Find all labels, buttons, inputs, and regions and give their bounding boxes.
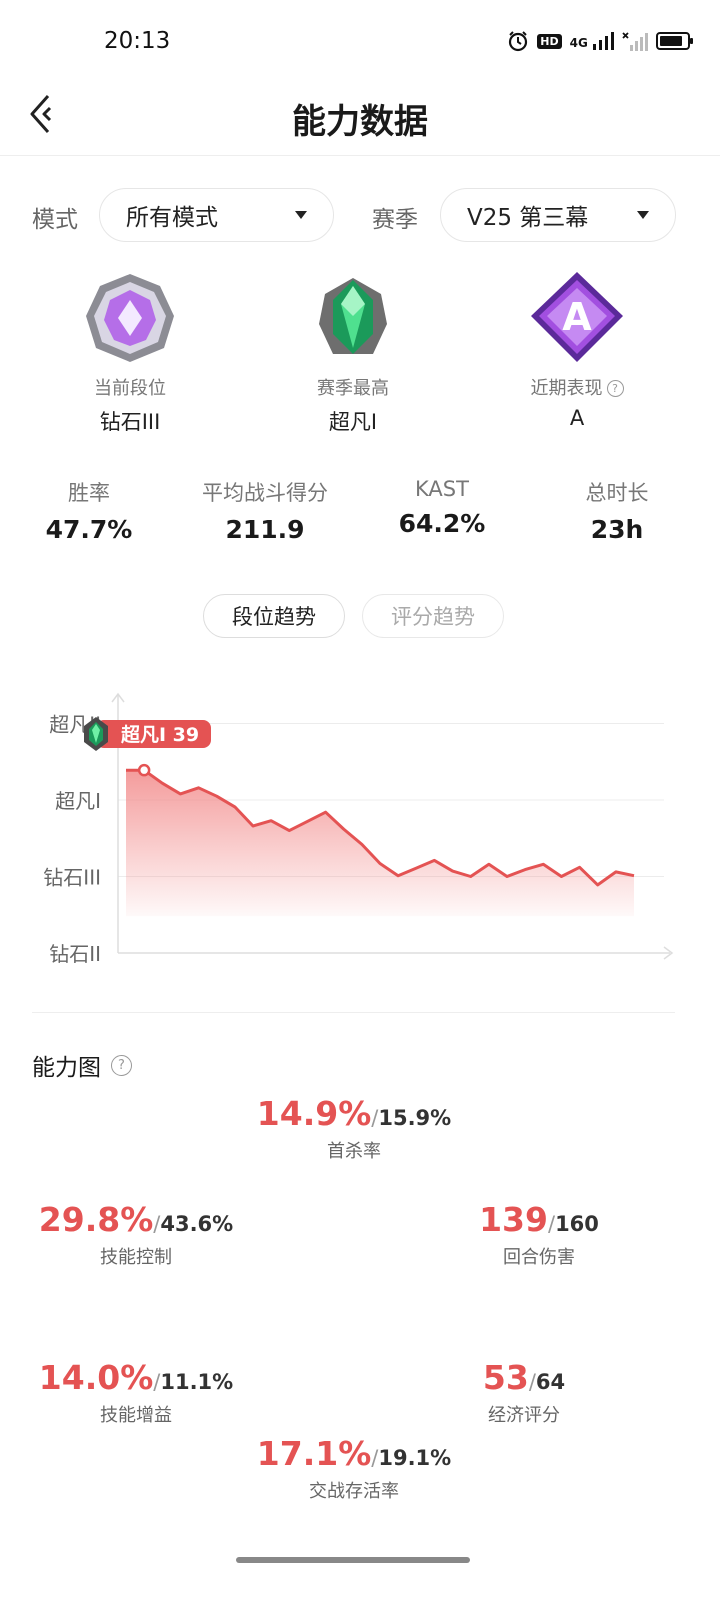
header-divider (0, 155, 720, 156)
mode-dropdown-value: 所有模式 (126, 205, 218, 231)
rank-label-with-help: 近期表现? (477, 374, 677, 400)
metric-value: 14.9% (256, 1094, 372, 1133)
metric-economy-score: 53/64 经济评分 (404, 1358, 644, 1427)
metric-slash: / (528, 1370, 536, 1394)
stat-kast: KAST 64.2% (357, 477, 527, 538)
help-icon[interactable]: ? (111, 1054, 132, 1076)
tab-rank-trend[interactable]: 段位趋势 (203, 594, 345, 638)
signal-4g-icon: 4G (570, 32, 614, 50)
stat-value: 23h (590, 515, 644, 544)
caret-down-icon (637, 211, 649, 219)
metric-label: 经济评分 (488, 1405, 560, 1426)
stat-label: 总时长 (585, 481, 649, 505)
diamond-rank-icon (86, 274, 174, 362)
status-icons: HD 4G (507, 30, 693, 52)
rank-label: 近期表现 (530, 378, 603, 399)
rank-value: 钻石III (99, 410, 161, 434)
rank-trend-chart: 钻石II钻石III超凡I超凡II 超凡I 39 (43, 692, 674, 966)
status-time: 20:13 (104, 28, 171, 54)
current-point-marker (137, 763, 151, 777)
y-tick-label: 超凡I (55, 789, 101, 813)
metric-skill-gain: 14.0%/11.1% 技能增益 (16, 1358, 256, 1427)
rank-value: 超凡I (328, 410, 378, 434)
metric-skill-control: 29.8%/43.6% 技能控制 (16, 1200, 256, 1269)
signal-icon (622, 32, 648, 51)
chart-area-fill (126, 770, 634, 917)
rank-current[interactable]: 当前段位 钻石III (30, 270, 230, 436)
hd-icon: HD (537, 33, 562, 49)
metric-slash: / (547, 1212, 556, 1236)
metric-reference: 15.9% (378, 1106, 452, 1130)
svg-text:A: A (562, 295, 592, 339)
marker-label: 超凡I 39 (120, 723, 199, 746)
alarm-icon (509, 31, 528, 52)
metric-value: 29.8% (38, 1200, 154, 1239)
battery-icon (656, 32, 693, 50)
metric-engagement-survival: 17.1%/19.1% 交战存活率 (204, 1434, 504, 1503)
metric-value: 14.0% (38, 1358, 154, 1397)
rank-value: A (569, 406, 585, 430)
metric-label: 回合伤害 (503, 1247, 575, 1268)
stat-label: KAST (415, 477, 469, 501)
metric-reference: 11.1% (160, 1370, 234, 1394)
stat-avg-combat-score: 平均战斗得分 211.9 (180, 477, 350, 544)
metric-label: 技能增益 (100, 1405, 172, 1426)
performance-a-icon: A (531, 272, 623, 362)
stat-label: 胜率 (68, 481, 110, 505)
stat-value: 64.2% (398, 509, 486, 538)
ascendant-rank-icon (319, 278, 387, 354)
y-tick-label: 钻石III (43, 866, 101, 890)
caret-down-icon (295, 211, 307, 219)
y-tick-label: 钻石II (49, 942, 101, 966)
stat-win-rate: 胜率 47.7% (4, 477, 174, 544)
metric-value: 17.1% (256, 1434, 372, 1473)
metric-first-kill-rate: 14.9%/15.9% 首杀率 (204, 1094, 504, 1163)
metric-reference: 19.1% (378, 1446, 452, 1470)
stat-value: 47.7% (45, 515, 133, 544)
stat-label: 平均战斗得分 (202, 481, 328, 505)
season-dropdown[interactable]: V25 第三幕 (440, 188, 676, 242)
page-title: 能力数据 (292, 102, 428, 142)
metric-label: 交战存活率 (309, 1481, 399, 1502)
metric-value: 53 (482, 1358, 529, 1397)
rank-label: 赛季最高 (317, 378, 389, 399)
ability-title-text: 能力图 (32, 1055, 101, 1081)
rank-recent-performance[interactable]: A 近期表现? A (477, 270, 677, 430)
network-type-label: 4G (569, 36, 588, 50)
tab-score-trend[interactable]: 评分趋势 (362, 594, 504, 638)
metric-label: 首杀率 (327, 1141, 381, 1162)
section-divider (32, 1012, 675, 1013)
rank-label: 当前段位 (94, 378, 166, 399)
stat-value: 211.9 (225, 515, 305, 544)
metric-reference: 64 (535, 1370, 566, 1394)
metric-round-damage: 139/160 回合伤害 (419, 1200, 659, 1269)
metric-reference: 43.6% (160, 1212, 234, 1236)
rank-season-high[interactable]: 赛季最高 超凡I (253, 270, 453, 436)
ability-section-title: 能力图 ? (32, 1048, 132, 1082)
mode-label: 模式 (32, 207, 78, 233)
metric-label: 技能控制 (100, 1247, 172, 1268)
mode-dropdown[interactable]: 所有模式 (99, 188, 334, 242)
home-indicator[interactable] (236, 1557, 470, 1563)
metric-reference: 160 (555, 1212, 599, 1236)
help-icon[interactable]: ? (606, 380, 624, 397)
metric-value: 139 (479, 1200, 548, 1239)
season-label: 赛季 (372, 207, 418, 233)
stat-total-time: 总时长 23h (532, 477, 702, 544)
season-dropdown-value: V25 第三幕 (467, 205, 589, 231)
